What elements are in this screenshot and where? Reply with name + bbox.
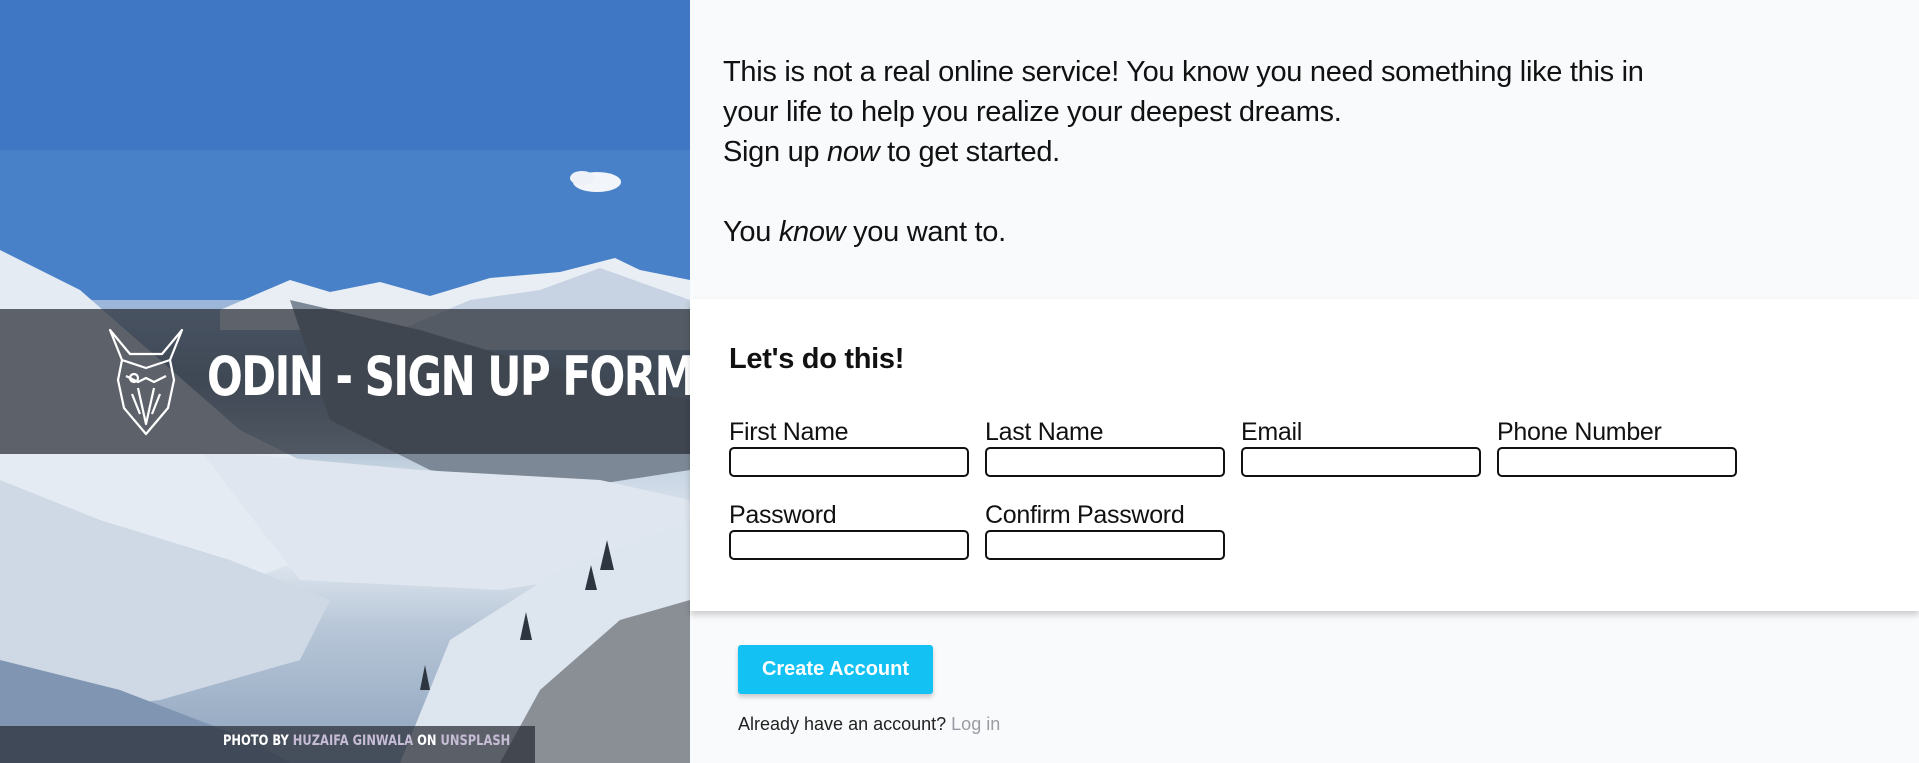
intro-text: This is not a real online service! You k… (723, 52, 1703, 252)
password-label: Password (729, 501, 837, 529)
credit-site-link[interactable]: UNSPLASH (441, 733, 511, 749)
confirm-password-label: Confirm Password (985, 501, 1185, 529)
confirm-password-field: Confirm Password (985, 500, 1225, 560)
password-input[interactable] (729, 530, 969, 560)
photo-credit: PHOTO BY HUZAIFA GINWALA ON UNSPLASH (223, 733, 510, 749)
odin-helmet-logo-icon (108, 328, 184, 436)
credit-prefix: PHOTO BY (223, 733, 289, 749)
email-input[interactable] (1241, 447, 1481, 477)
password-field: Password (729, 500, 969, 560)
email-field: Email (1241, 417, 1481, 477)
first-name-field: First Name (729, 417, 969, 477)
intro-line-1: This is not a real online service! You k… (723, 56, 1644, 128)
last-name-label: Last Name (985, 418, 1104, 446)
credit-mid: ON (417, 733, 437, 749)
hero-panel: ODIN - SIGN UP FORM PHOTO BY HUZAIFA GIN… (0, 0, 690, 763)
hero-title: ODIN - SIGN UP FORM (207, 345, 690, 408)
login-link[interactable]: Log in (951, 714, 1000, 734)
first-name-label: First Name (729, 418, 849, 446)
last-name-input[interactable] (985, 447, 1225, 477)
intro-line-2: Sign up now to get started. (723, 136, 1060, 168)
first-name-input[interactable] (729, 447, 969, 477)
last-name-field: Last Name (985, 417, 1225, 477)
create-account-button[interactable]: Create Account (738, 645, 933, 694)
form-heading: Let's do this! (729, 343, 905, 375)
phone-number-input[interactable] (1497, 447, 1737, 477)
phone-number-field: Phone Number (1497, 417, 1737, 477)
phone-number-label: Phone Number (1497, 418, 1662, 446)
confirm-password-input[interactable] (985, 530, 1225, 560)
email-label: Email (1241, 418, 1303, 446)
credit-author-link[interactable]: HUZAIFA GINWALA (293, 733, 413, 749)
intro-line-3: You know you want to. (723, 216, 1006, 248)
signup-form: Let's do this! First Name Last Name Emai… (690, 299, 1919, 611)
login-prompt-text: Already have an account? (738, 714, 947, 734)
login-prompt: Already have an account? Log in (738, 714, 1000, 735)
